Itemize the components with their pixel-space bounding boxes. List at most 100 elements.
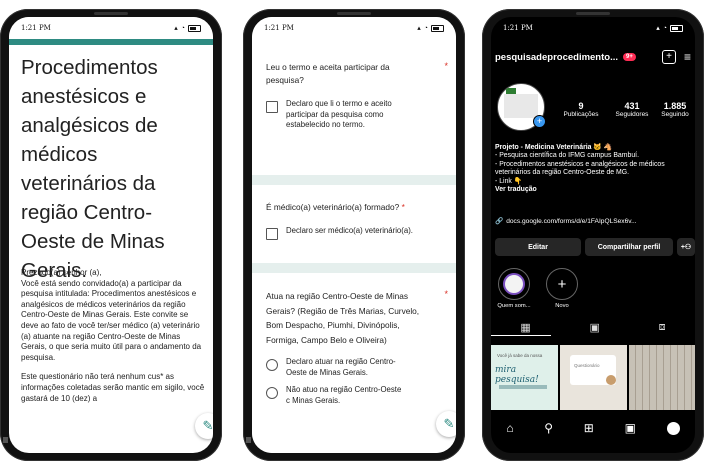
option-terms[interactable]: Declaro que li o termo e aceito particip…	[266, 99, 446, 131]
post-thumbnail[interactable]	[629, 345, 695, 410]
battery-icon	[670, 24, 683, 32]
tagged-icon[interactable]: ⧈	[659, 321, 666, 334]
form-description: Prezado(a) senhor (a), Você está sendo c…	[21, 268, 205, 413]
bio-line: - Pesquisa científica do IFMG campus Bam…	[495, 152, 639, 160]
active-tab-indicator	[491, 335, 551, 336]
stat-followers[interactable]: 431 Seguidores	[611, 101, 653, 118]
home-icon[interactable]: ⌂	[506, 421, 513, 435]
side-marker	[246, 437, 251, 443]
stat-following[interactable]: 1.885 Seguindo	[655, 101, 695, 118]
bio-title: Projeto - Medicina Veterinária 🐱 🐴	[495, 144, 613, 151]
profile-link[interactable]: 🔗 docs.google.com/forms/d/e/1FAIpQLSex6v…	[495, 217, 691, 226]
bio-line: - Procedimentos anestésicos e analgésico…	[495, 160, 665, 177]
add-story-icon[interactable]: +	[533, 115, 546, 128]
required-mark: *	[444, 61, 448, 71]
question-terms: Leu o termo e aceita participar da pesqu…	[266, 62, 390, 85]
question-vet: É médico(a) veterinário(a) formado? *	[266, 201, 446, 214]
stat-label: Seguidores	[615, 111, 649, 118]
bottom-navigation: ⌂ ⚲ ⊞ ▣	[491, 421, 695, 435]
option-label: Declaro que li o termo e aceito particip…	[286, 99, 392, 129]
see-translation-link[interactable]: Ver tradução	[495, 186, 691, 194]
profile-username[interactable]: pesquisadeprocedimento...	[495, 52, 618, 63]
link-icon: 🔗	[495, 218, 504, 225]
checkbox[interactable]	[266, 228, 278, 240]
profile-link-text: docs.google.com/forms/d/e/1FAIpQLSex6v..…	[506, 217, 637, 225]
question-card-terms: * Leu o termo e aceita participar da pes…	[252, 39, 456, 175]
stat-label: Seguindo	[661, 111, 689, 118]
option-region-no[interactable]: Não atuo na região Centro-Oeste c Minas …	[266, 385, 446, 406]
menu-icon[interactable]: ≡	[684, 50, 691, 64]
question-region: Atua na região Centro-Oeste de Minas Ger…	[266, 291, 420, 345]
search-icon[interactable]: ⚲	[544, 421, 553, 435]
create-icon[interactable]: ⊞	[584, 421, 594, 435]
speaker	[576, 12, 610, 15]
post-line	[499, 385, 547, 389]
status-time: 1:21 PM	[264, 24, 294, 32]
status-bar: 1:21 PM ▴ ◔	[9, 17, 213, 39]
pencil-icon: ✎	[202, 418, 213, 433]
question-vet-text: É médico(a) veterinário(a) formado?	[266, 202, 400, 212]
post-small-text: Você já sabe da nossa	[497, 353, 543, 358]
question-card-vet: É médico(a) veterinário(a) formado? * De…	[252, 185, 456, 263]
checkbox[interactable]	[266, 101, 278, 113]
status-icons: ▴ ◔	[174, 24, 201, 32]
profile-bio: Projeto - Medicina Veterinária 🐱 🐴 - Pes…	[495, 144, 691, 194]
option-label: Declaro ser médico(a) veterinário(a).	[286, 226, 413, 235]
pencil-icon: ✎	[443, 416, 455, 431]
highlight-cover	[498, 268, 530, 300]
grid-icon[interactable]: ▦	[520, 321, 530, 334]
wifi-icon: ◔	[180, 24, 185, 32]
reels-icon[interactable]: ▣	[589, 321, 599, 334]
reels-nav-icon[interactable]: ▣	[625, 421, 636, 435]
phone-form-questions: 1:21 PM ▴ ◔ * Leu o termo e aceita parti…	[243, 9, 465, 461]
edit-profile-button[interactable]: Editar	[495, 238, 581, 256]
status-time: 1:21 PM	[21, 24, 51, 32]
screen: 1:21 PM ▴ ◔ pesquisadeprocedimento... 9+…	[491, 17, 695, 453]
signal-icon: ▴	[656, 25, 660, 32]
stat-label: Publicações	[563, 111, 599, 118]
discover-people-button[interactable]: +⚇	[677, 238, 695, 256]
battery-icon	[188, 24, 201, 32]
radio-button[interactable]	[266, 387, 278, 399]
stat-posts[interactable]: 9 Publicações	[561, 101, 601, 118]
add-person-icon: +⚇	[680, 244, 692, 251]
status-icons: ▴ ◔	[417, 24, 444, 32]
edit-fab-button[interactable]: ✎	[195, 413, 213, 439]
plus-icon: +	[546, 268, 578, 300]
notification-badge[interactable]: 9+	[623, 53, 636, 61]
post-thumbnail[interactable]: Você já sabe da nossa mira pesquisa!	[491, 345, 558, 410]
form-header-bar	[9, 39, 213, 45]
post-thumbnail[interactable]: Questionário	[560, 345, 627, 410]
speaker	[94, 12, 128, 15]
profile-tabs: ▦ ▣ ⧈	[491, 321, 695, 334]
share-profile-button[interactable]: Compartilhar perfil	[585, 238, 673, 256]
highlight-item[interactable]: Quem som...	[495, 268, 533, 309]
stat-value: 431	[624, 101, 640, 111]
description-paragraph-1: Você está sendo convidado(a) a participa…	[21, 278, 202, 362]
create-post-icon[interactable]: +	[661, 50, 676, 64]
new-highlight[interactable]: + Novo	[543, 268, 581, 309]
screen: 1:21 PM ▴ ◔ * Leu o termo e aceita parti…	[252, 17, 456, 453]
question-card-region: * Atua na região Centro-Oeste de Minas G…	[252, 273, 456, 453]
edit-fab-button[interactable]: ✎	[436, 411, 456, 437]
screen: 1:21 PM ▴ ◔ Procedimentos anestésicos e …	[9, 17, 213, 453]
greeting: Prezado(a) senhor (a),	[21, 268, 102, 277]
signal-icon: ▴	[174, 25, 178, 32]
wifi-icon: ◔	[423, 24, 428, 32]
status-icons: ▴ ◔	[656, 24, 683, 32]
form-title: Procedimentos anestésicos e analgésicos …	[21, 56, 165, 282]
profile-nav-icon[interactable]	[666, 421, 680, 435]
battery-icon	[431, 24, 444, 32]
option-vet[interactable]: Declaro ser médico(a) veterinário(a).	[266, 226, 446, 240]
side-marker	[3, 437, 8, 443]
required-mark: *	[401, 202, 405, 212]
wifi-icon: ◔	[662, 24, 667, 32]
phone-instagram-profile: 1:21 PM ▴ ◔ pesquisadeprocedimento... 9+…	[482, 9, 704, 461]
bio-line: - Link 👇	[495, 177, 523, 185]
stat-value: 9	[578, 101, 584, 111]
radio-button[interactable]	[266, 359, 278, 371]
speaker	[337, 12, 371, 15]
status-bar: 1:21 PM ▴ ◔	[252, 17, 456, 39]
option-label: Declaro atuar na região Centro-Oeste de …	[286, 357, 396, 377]
option-region-yes[interactable]: Declaro atuar na região Centro-Oeste de …	[266, 357, 446, 378]
